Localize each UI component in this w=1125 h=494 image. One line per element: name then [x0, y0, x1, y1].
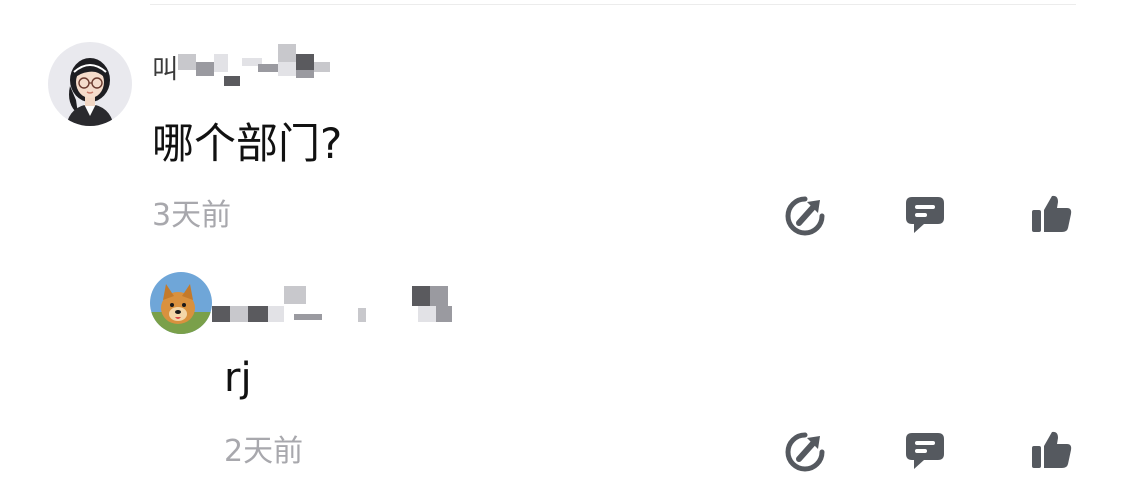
- username-obscured[interactable]: [212, 284, 458, 324]
- like-button[interactable]: [1030, 192, 1074, 236]
- comment-time: 2天前: [224, 434, 304, 469]
- share-button[interactable]: [783, 194, 827, 238]
- reply-button[interactable]: [903, 193, 947, 237]
- comment-content: rj: [224, 355, 252, 401]
- comment-time: 3天前: [152, 198, 232, 233]
- thumbs-up-icon: [1032, 431, 1072, 468]
- username-obscured[interactable]: 叫: [152, 44, 338, 90]
- avatar[interactable]: [150, 272, 212, 334]
- share-icon: [785, 432, 825, 472]
- comment-icon: [906, 197, 944, 233]
- share-icon: [785, 196, 825, 236]
- avatar-dog-icon: [150, 272, 212, 334]
- avatar[interactable]: [48, 42, 132, 126]
- pixelated-username: [212, 286, 452, 322]
- pixelated-username: [178, 44, 331, 86]
- thumbs-up-icon: [1032, 195, 1072, 232]
- share-button[interactable]: [783, 430, 827, 474]
- reply-button[interactable]: [903, 429, 947, 473]
- avatar-woman-glasses-icon: [48, 42, 132, 126]
- top-divider: [150, 4, 1076, 5]
- username-visible-fragment: 叫: [152, 54, 179, 85]
- like-button[interactable]: [1030, 428, 1074, 472]
- comment-content: 哪个部门?: [152, 119, 343, 168]
- comment-icon: [906, 433, 944, 469]
